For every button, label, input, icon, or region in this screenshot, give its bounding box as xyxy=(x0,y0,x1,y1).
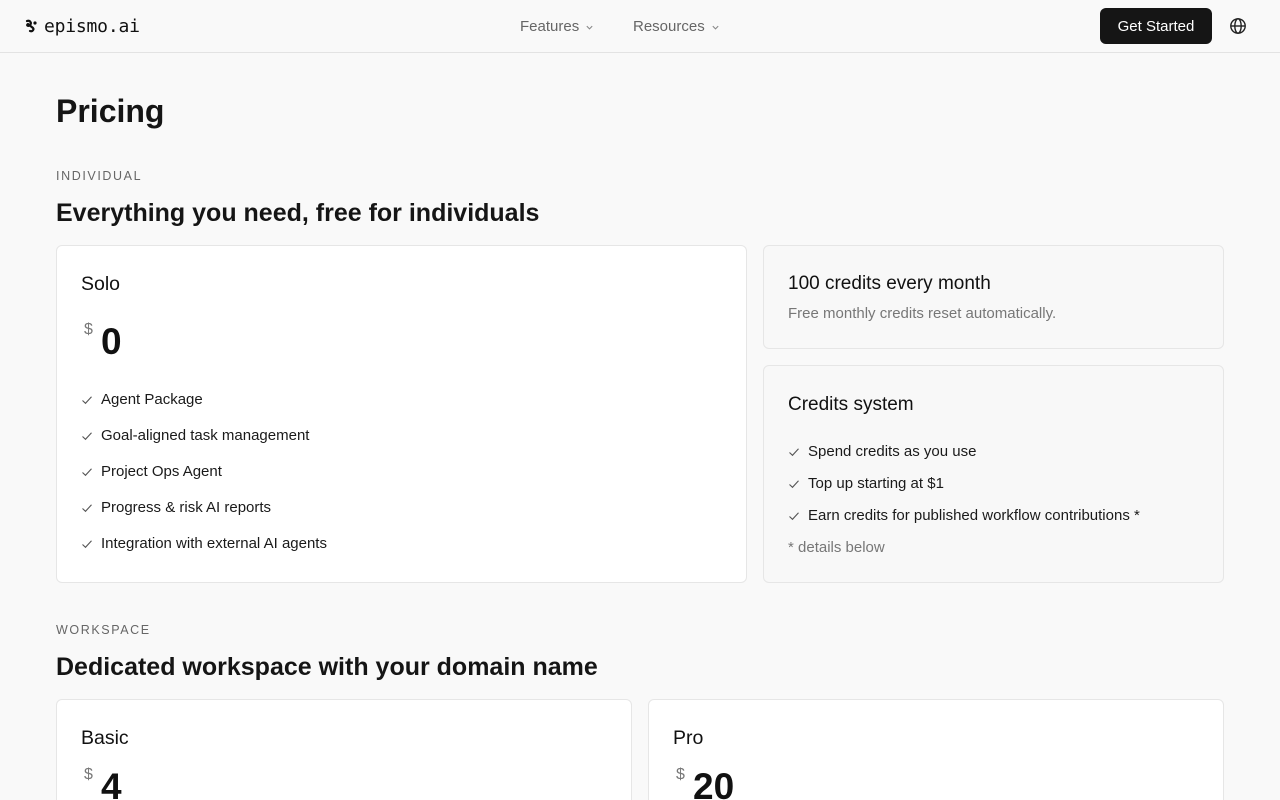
check-icon xyxy=(82,539,92,548)
check-icon xyxy=(789,511,799,520)
logo-mark-icon xyxy=(25,19,37,33)
check-icon xyxy=(789,447,799,456)
credits-feature-item: Top up starting at $1 xyxy=(788,475,944,492)
workspace-heading: Dedicated workspace with your domain nam… xyxy=(56,653,598,681)
feature-item: Progress & risk AI reports xyxy=(81,499,271,516)
feature-label: Progress & risk AI reports xyxy=(101,499,272,516)
plan-name: Basic xyxy=(81,727,129,749)
feature-label: Agent Package xyxy=(101,391,203,408)
logo-text: epismo.ai xyxy=(44,15,140,37)
feature-label: Integration with external AI agents xyxy=(101,535,327,552)
credits-feature-item: Earn credits for published workflow cont… xyxy=(788,507,1140,524)
credits-feature-label: Top up starting at $1 xyxy=(808,475,944,492)
price-value: 20 xyxy=(693,766,735,800)
feature-label: Project Ops Agent xyxy=(101,463,222,480)
nav-features-label: Features xyxy=(520,17,580,35)
check-icon xyxy=(82,467,92,476)
workspace-eyebrow: WORKSPACE xyxy=(56,623,151,637)
feature-item: Integration with external AI agents xyxy=(81,535,327,552)
feature-label: Goal-aligned task management xyxy=(101,427,310,444)
get-started-button[interactable]: Get Started xyxy=(1100,8,1212,44)
basic-plan-card: Basic $ 4 xyxy=(56,699,632,800)
page-title: Pricing xyxy=(56,93,165,129)
nav-features-dropdown[interactable]: Features xyxy=(520,0,594,52)
check-icon xyxy=(82,503,92,512)
monthly-credits-card: 100 credits every month Free monthly cre… xyxy=(763,245,1224,349)
chevron-down-icon xyxy=(586,25,593,30)
feature-item: Project Ops Agent xyxy=(81,463,222,480)
solo-plan-card: Solo $ 0 Agent Package Goal-aligned task… xyxy=(56,245,747,583)
credits-feature-label: Earn credits for published workflow cont… xyxy=(808,507,1140,524)
top-navigation-bar: epismo.ai Features Resources Get Started xyxy=(0,0,1280,53)
monthly-credits-subtitle: Free monthly credits reset automatically… xyxy=(788,305,1057,322)
feature-item: Goal-aligned task management xyxy=(81,427,309,444)
chevron-down-icon xyxy=(712,25,719,30)
nav-resources-dropdown[interactable]: Resources xyxy=(633,0,720,52)
credits-feature-item: Spend credits as you use xyxy=(788,443,976,460)
plan-name: Solo xyxy=(81,273,121,295)
price-currency: $ xyxy=(676,766,685,783)
nav-resources-label: Resources xyxy=(633,17,705,35)
price-currency: $ xyxy=(84,766,93,783)
price-value: 4 xyxy=(101,766,122,800)
credits-footnote: * details below xyxy=(788,539,885,556)
individual-eyebrow: INDIVIDUAL xyxy=(56,169,143,183)
individual-heading: Everything you need, free for individual… xyxy=(56,199,540,227)
price-currency: $ xyxy=(84,321,93,338)
credits-system-card: Credits system Spend credits as you use … xyxy=(763,365,1224,583)
plan-name: Pro xyxy=(673,727,704,749)
check-icon xyxy=(82,395,92,404)
check-icon xyxy=(82,431,92,440)
credits-system-title: Credits system xyxy=(788,394,914,415)
price-value: 0 xyxy=(101,321,122,362)
feature-item: Agent Package xyxy=(81,391,203,408)
credits-feature-label: Spend credits as you use xyxy=(808,443,977,460)
logo[interactable]: epismo.ai xyxy=(24,14,140,38)
monthly-credits-title: 100 credits every month xyxy=(788,273,991,294)
language-globe-icon[interactable] xyxy=(1229,17,1247,35)
pro-plan-card: Pro $ 20 xyxy=(648,699,1224,800)
check-icon xyxy=(789,479,799,488)
